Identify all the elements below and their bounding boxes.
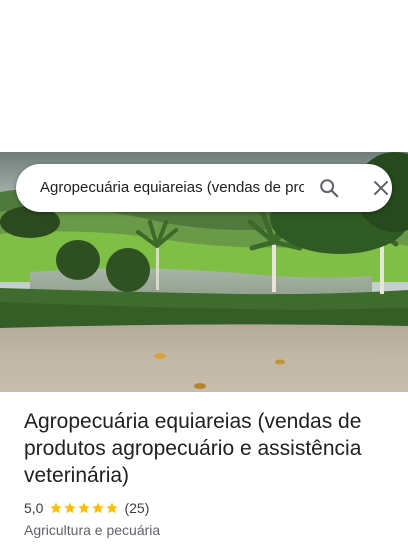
rating-value: 5,0 [24, 500, 44, 516]
star-rating [49, 501, 119, 515]
review-count[interactable]: (25) [124, 500, 149, 516]
rating-row[interactable]: 5,0 (25) [24, 499, 149, 517]
search-button[interactable] [314, 174, 344, 202]
close-icon [374, 181, 388, 195]
star-icon [50, 502, 63, 514]
star-icon [78, 502, 91, 514]
place-title: Agropecuária equiareias (vendas de produ… [24, 410, 362, 487]
star-icon [92, 502, 105, 514]
place-category[interactable]: Agricultura e pecuária [24, 521, 160, 539]
search-input[interactable]: Agropecuária equiareias (vendas de produ… [40, 178, 304, 198]
map-blank-area [0, 0, 408, 152]
star-icon [64, 502, 77, 514]
search-icon [320, 179, 339, 198]
place-info-panel: Agropecuária equiareias (vendas de produ… [0, 392, 408, 544]
search-bar[interactable]: Agropecuária equiareias (vendas de produ… [16, 164, 392, 212]
close-button[interactable] [366, 174, 396, 202]
star-icon [106, 502, 119, 514]
